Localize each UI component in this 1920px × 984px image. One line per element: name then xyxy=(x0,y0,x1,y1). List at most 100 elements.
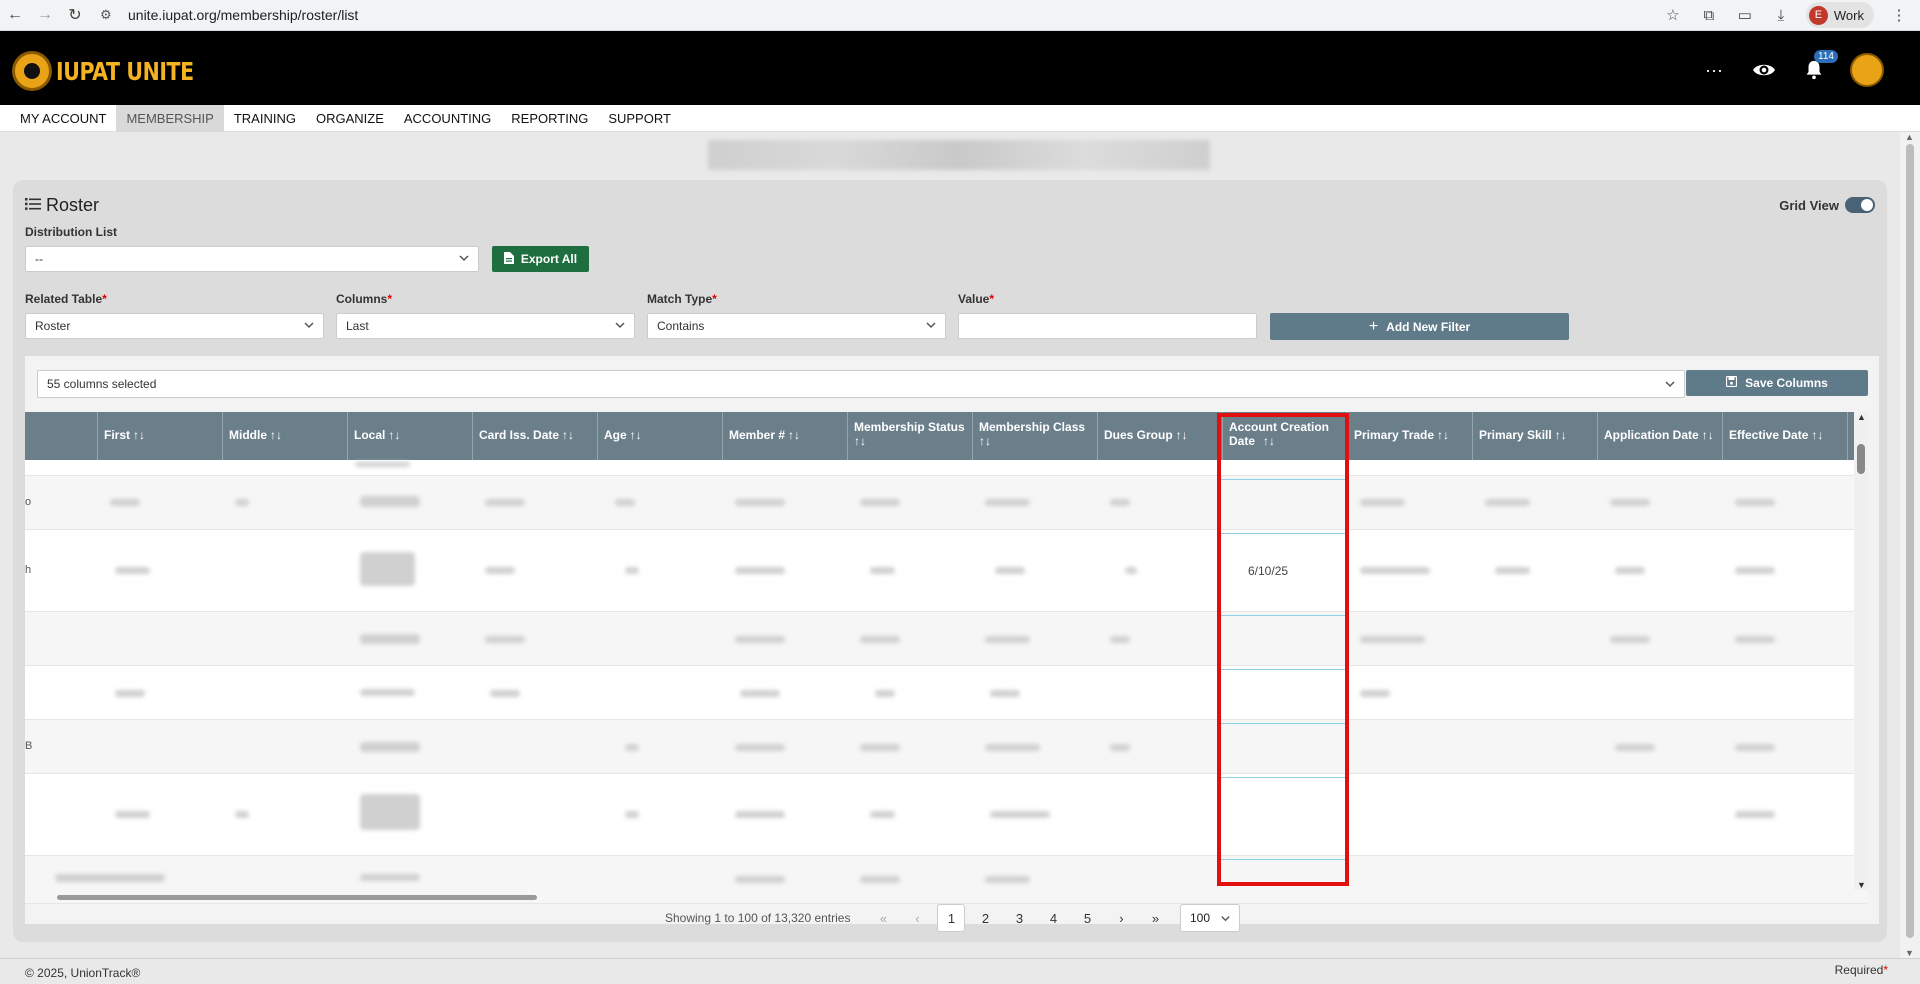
grid-vertical-scrollbar[interactable]: ▲ ▼ xyxy=(1854,412,1868,890)
address-bar[interactable]: ⚙ unite.iupat.org/membership/roster/list xyxy=(100,3,1662,27)
distribution-list-select[interactable]: -- xyxy=(25,246,479,272)
nav-membership[interactable]: MEMBERSHIP xyxy=(116,104,224,132)
scroll-down-arrow-icon[interactable]: ▼ xyxy=(1857,880,1866,890)
page-1-button[interactable]: 1 xyxy=(937,904,966,932)
copyright-text: © 2025, UnionTrack® xyxy=(25,966,141,980)
related-table-select[interactable]: Roster xyxy=(25,313,324,339)
table-row[interactable] xyxy=(25,460,1867,476)
scroll-up-arrow-icon[interactable]: ▲ xyxy=(1857,412,1866,422)
browser-menu-icon[interactable]: ⋮ xyxy=(1888,4,1910,26)
column-header-middle[interactable]: Middle ↑↓ xyxy=(223,412,348,460)
bookmark-star-icon[interactable]: ☆ xyxy=(1662,4,1684,26)
nav-organize[interactable]: ORGANIZE xyxy=(306,105,394,132)
scroll-up-arrow-icon[interactable]: ▲ xyxy=(1905,132,1914,142)
eye-icon[interactable] xyxy=(1750,56,1778,84)
logo-emblem-icon xyxy=(12,51,52,91)
roster-title: Roster xyxy=(25,195,99,216)
page-3-button[interactable]: 3 xyxy=(1005,904,1033,932)
column-header-effective-date[interactable]: Effective Date ↑↓ xyxy=(1723,412,1848,460)
nav-support[interactable]: SUPPORT xyxy=(598,105,681,132)
page-4-button[interactable]: 4 xyxy=(1039,904,1067,932)
value-input[interactable] xyxy=(958,313,1257,339)
notification-count-badge: 114 xyxy=(1814,50,1838,63)
download-icon[interactable]: ⤓ xyxy=(1770,4,1792,26)
last-page-button[interactable]: » xyxy=(1141,904,1169,932)
browser-toolbar: ← → ↻ ⚙ unite.iupat.org/membership/roste… xyxy=(0,0,1920,31)
grid-view-toggle[interactable] xyxy=(1845,197,1875,213)
pagination: Showing 1 to 100 of 13,320 entries « ‹ 1… xyxy=(665,904,1172,932)
nav-accounting[interactable]: ACCOUNTING xyxy=(394,105,501,132)
table-row[interactable]: o xyxy=(25,476,1867,530)
notifications-bell-icon[interactable]: 114 xyxy=(1800,50,1838,84)
profile-chip[interactable]: E Work xyxy=(1805,2,1874,28)
sort-icon: ↑↓ xyxy=(854,433,866,448)
scroll-down-arrow-icon[interactable]: ▼ xyxy=(1905,948,1914,958)
chevron-down-icon xyxy=(304,322,314,329)
main-nav: MY ACCOUNT MEMBERSHIP TRAINING ORGANIZE … xyxy=(0,104,1920,132)
per-page-select[interactable]: 100 xyxy=(1180,904,1240,932)
column-header-membership-status[interactable]: Membership Status ↑↓ xyxy=(848,412,973,460)
column-header-application-date[interactable]: Application Date ↑↓ xyxy=(1598,412,1723,460)
table-row[interactable] xyxy=(25,666,1867,720)
next-page-button[interactable]: › xyxy=(1107,904,1135,932)
table-row[interactable]: B xyxy=(25,720,1867,774)
nav-training[interactable]: TRAINING xyxy=(224,105,306,132)
site-info-icon[interactable]: ⚙ xyxy=(100,7,120,23)
export-all-label: Export All xyxy=(520,252,578,266)
column-header-first[interactable]: First ↑↓ xyxy=(98,412,223,460)
reload-icon[interactable]: ↻ xyxy=(60,0,90,30)
save-columns-label: Save Columns xyxy=(1745,376,1828,390)
page-5-button[interactable]: 5 xyxy=(1073,904,1101,932)
column-header-account-creation-date[interactable]: Account Creation Date ↑↓ xyxy=(1223,412,1348,460)
table-row[interactable] xyxy=(25,774,1867,856)
column-header-member-number[interactable]: Member # ↑↓ xyxy=(723,412,848,460)
iupat-logo[interactable]: IUPAT UNITE xyxy=(12,51,224,91)
grid-view-label: Grid View xyxy=(1779,197,1839,213)
column-header-age[interactable]: Age ↑↓ xyxy=(598,412,723,460)
url-text[interactable]: unite.iupat.org/membership/roster/list xyxy=(128,7,358,23)
page-scrollbar[interactable]: ▲ ▼ xyxy=(1900,132,1920,958)
columns-selected-text: 55 columns selected xyxy=(47,377,157,391)
table-row[interactable]: h 6/10/25 xyxy=(25,530,1867,612)
extensions-icon[interactable]: ⧉ xyxy=(1698,4,1720,26)
columns-value: Last xyxy=(346,319,369,333)
column-header-local[interactable]: Local ↑↓ xyxy=(348,412,473,460)
page-scroll-thumb[interactable] xyxy=(1906,144,1914,938)
forward-icon[interactable]: → xyxy=(30,0,60,30)
sort-icon: ↑↓ xyxy=(1263,434,1275,448)
grid-vscroll-thumb[interactable] xyxy=(1857,444,1865,474)
add-new-filter-button[interactable]: + Add New Filter xyxy=(1270,313,1569,340)
nav-my-account[interactable]: MY ACCOUNT xyxy=(10,105,116,132)
grid-horizontal-scrollbar[interactable] xyxy=(24,892,1854,900)
chevron-down-icon xyxy=(1665,381,1675,388)
first-page-button[interactable]: « xyxy=(869,904,897,932)
grid-view-toggle-group: Grid View xyxy=(1779,197,1875,213)
sort-icon: ↑↓ xyxy=(1554,428,1567,443)
chevron-down-icon xyxy=(1221,916,1230,922)
file-export-icon xyxy=(503,251,514,267)
more-options-icon[interactable]: ··· xyxy=(1700,56,1728,84)
page-2-button[interactable]: 2 xyxy=(971,904,999,932)
cast-icon[interactable]: ▭ xyxy=(1734,4,1756,26)
columns-select[interactable]: Last xyxy=(336,313,635,339)
table-row[interactable] xyxy=(25,612,1867,666)
grid-hscroll-thumb[interactable] xyxy=(57,895,537,900)
column-header-primary-trade[interactable]: Primary Trade ↑↓ xyxy=(1348,412,1473,460)
back-icon[interactable]: ← xyxy=(0,0,30,30)
column-header-dues-group[interactable]: Dues Group ↑↓ xyxy=(1098,412,1223,460)
column-header-card-iss-date[interactable]: Card Iss. Date ↑↓ xyxy=(473,412,598,460)
roster-card: Roster Grid View Distribution List -- Ex… xyxy=(13,180,1887,942)
column-header-primary-skill[interactable]: Primary Skill ↑↓ xyxy=(1473,412,1598,460)
column-header-last-hidden[interactable] xyxy=(25,412,98,460)
columns-selected-dropdown[interactable]: 55 columns selected xyxy=(37,370,1685,398)
prev-page-button[interactable]: ‹ xyxy=(903,904,931,932)
roster-title-text: Roster xyxy=(46,195,100,215)
column-header-membership-class[interactable]: Membership Class ↑↓ xyxy=(973,412,1098,460)
export-all-button[interactable]: Export All xyxy=(492,246,589,272)
save-columns-button[interactable]: Save Columns xyxy=(1686,370,1868,396)
nav-reporting[interactable]: REPORTING xyxy=(501,105,598,132)
match-type-select[interactable]: Contains xyxy=(647,313,946,339)
profile-avatar: E xyxy=(1808,5,1828,25)
save-disk-icon xyxy=(1726,375,1738,390)
user-avatar[interactable] xyxy=(1850,53,1884,87)
